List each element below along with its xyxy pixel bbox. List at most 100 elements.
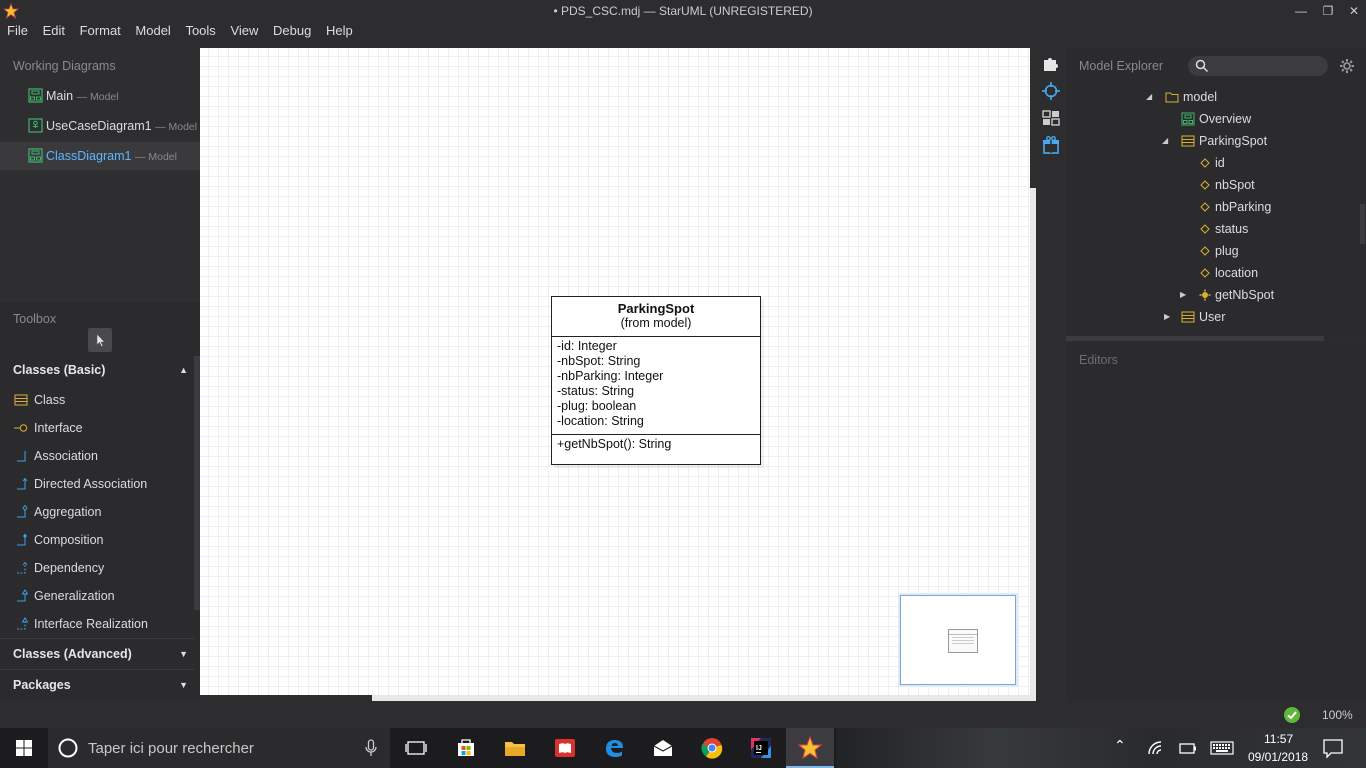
tree-item-parkingspot[interactable]: ◢ ParkingSpot xyxy=(1066,130,1360,152)
task-view-icon[interactable] xyxy=(404,736,428,760)
working-diagram-classdiagram1[interactable]: ClassDiagram1 — Model xyxy=(0,142,200,170)
scrollbar-thumb[interactable] xyxy=(200,695,372,701)
tool-class[interactable]: Class xyxy=(0,386,194,414)
model-explorer-title: Model Explorer xyxy=(1079,59,1164,73)
tree-item-overview[interactable]: Overview xyxy=(1066,108,1360,130)
working-diagram-usecasediagram1[interactable]: UseCaseDiagram1 — Model xyxy=(0,112,200,140)
microsoft-store-icon[interactable] xyxy=(454,736,478,760)
chrome-browser-icon[interactable] xyxy=(700,736,724,760)
tool-association[interactable]: Association xyxy=(0,442,194,470)
tree-item-attribute-nbparking[interactable]: nbParking xyxy=(1066,196,1360,218)
tool-composition[interactable]: Composition xyxy=(0,526,194,554)
toolbox-group-classes-basic[interactable]: Classes (Basic) ▲ xyxy=(0,355,194,385)
taskbar-search-box[interactable]: Taper ici pour rechercher xyxy=(48,728,390,768)
pointer-tool-button[interactable] xyxy=(88,328,112,352)
attribute-icon xyxy=(1200,180,1210,190)
extensions-puzzle-icon[interactable] xyxy=(1041,54,1061,74)
working-diagram-label: ClassDiagram1 xyxy=(46,149,132,163)
tool-interface-realization[interactable]: Interface Realization xyxy=(0,610,194,638)
taskbar-clock-date[interactable]: 09/01/2018 xyxy=(1248,750,1308,764)
tree-expanded-arrow-icon[interactable]: ◢ xyxy=(1162,130,1168,152)
menu-edit[interactable]: Edit xyxy=(39,22,69,40)
tree-item-attribute-status[interactable]: status xyxy=(1066,218,1360,240)
menu-help[interactable]: Help xyxy=(322,22,357,40)
tool-interface[interactable]: Interface xyxy=(0,414,194,442)
uml-attribute: -nbSpot: String xyxy=(557,354,641,368)
tree-item-attribute-id[interactable]: id xyxy=(1066,152,1360,174)
tree-item-attribute-nbspot[interactable]: nbSpot xyxy=(1066,174,1360,196)
generalization-icon xyxy=(17,589,28,602)
mail-icon[interactable] xyxy=(651,736,675,760)
menu-debug[interactable]: Debug xyxy=(269,22,315,40)
show-hidden-icons-chevron-icon[interactable]: ⌃ xyxy=(1114,737,1126,754)
tree-item-label: Overview xyxy=(1199,112,1252,126)
intellij-idea-icon[interactable]: IJ xyxy=(749,736,773,760)
zoom-level[interactable]: 100% xyxy=(1322,708,1353,722)
taskbar-staruml-active[interactable] xyxy=(786,728,834,768)
menu-view[interactable]: View xyxy=(226,22,262,40)
tree-item-operation-getnbspot[interactable]: ▶ getNbSpot xyxy=(1066,284,1360,306)
tool-label: Association xyxy=(34,449,98,463)
start-button[interactable] xyxy=(0,728,48,768)
tool-label: Composition xyxy=(34,533,104,547)
tree-expanded-arrow-icon[interactable]: ◢ xyxy=(1146,86,1152,108)
diagram-minimap[interactable] xyxy=(900,595,1016,685)
tool-generalization[interactable]: Generalization xyxy=(0,582,194,610)
menu-file[interactable]: File xyxy=(3,22,32,40)
minimize-icon[interactable]: — xyxy=(1287,0,1315,22)
crosshair-icon[interactable] xyxy=(1041,81,1061,101)
menu-tools[interactable]: Tools xyxy=(181,22,219,40)
working-diagram-owner: — Model xyxy=(134,151,177,163)
tree-item-label: getNbSpot xyxy=(1215,288,1275,302)
editors-panel: Editors xyxy=(1066,342,1366,702)
tool-aggregation[interactable]: Aggregation xyxy=(0,498,194,526)
diagram-canvas[interactable]: ParkingSpot (from model) -id: Integer -n… xyxy=(200,48,1030,695)
gear-icon[interactable] xyxy=(1339,58,1355,74)
gift-icon[interactable] xyxy=(1041,135,1061,155)
taskbar-clock-time[interactable]: 11:57 xyxy=(1264,732,1293,746)
tree-item-label: plug xyxy=(1215,244,1239,258)
book-app-icon[interactable] xyxy=(553,736,577,760)
wifi-icon[interactable] xyxy=(1145,736,1169,760)
class-diagram-icon xyxy=(28,148,43,163)
action-center-icon[interactable] xyxy=(1321,736,1345,760)
tree-collapsed-arrow-icon[interactable]: ▶ xyxy=(1164,306,1170,328)
tree-item-user[interactable]: ▶ User xyxy=(1066,306,1360,328)
layout-grid-icon[interactable] xyxy=(1041,108,1061,128)
model-explorer-search-input[interactable] xyxy=(1188,56,1328,76)
uml-class-box[interactable]: ParkingSpot (from model) -id: Integer -n… xyxy=(551,296,761,465)
uml-attribute-compartment: -id: Integer -nbSpot: String -nbParking:… xyxy=(552,337,760,435)
tool-label: Interface Realization xyxy=(34,617,148,631)
triangle-up-icon: ▲ xyxy=(179,365,188,375)
close-icon[interactable]: ✕ xyxy=(1340,0,1366,22)
file-explorer-icon[interactable] xyxy=(503,736,527,760)
microphone-icon[interactable] xyxy=(359,736,383,760)
tree-collapsed-arrow-icon[interactable]: ▶ xyxy=(1180,284,1186,306)
working-diagram-owner: — Model xyxy=(76,91,119,103)
model-explorer-vertical-scrollbar[interactable] xyxy=(1360,204,1365,244)
menu-format[interactable]: Format xyxy=(76,22,125,40)
restore-icon[interactable]: ❐ xyxy=(1314,0,1342,22)
battery-icon[interactable] xyxy=(1176,736,1200,760)
dependency-icon xyxy=(17,561,28,574)
composition-icon xyxy=(17,533,27,546)
tool-label: Aggregation xyxy=(34,505,102,519)
keyboard-icon[interactable] xyxy=(1210,736,1234,760)
tool-dependency[interactable]: Dependency xyxy=(0,554,194,582)
tree-item-label: nbSpot xyxy=(1215,178,1255,192)
tree-item-attribute-location[interactable]: location xyxy=(1066,262,1360,284)
toolbox-group-packages[interactable]: Packages ▼ xyxy=(0,669,194,699)
menu-model[interactable]: Model xyxy=(131,22,174,40)
edge-browser-icon[interactable] xyxy=(602,736,626,760)
toolbox-group-label: Classes (Advanced) xyxy=(13,647,132,661)
tree-item-label: id xyxy=(1215,156,1225,170)
toolbox-group-classes-advanced[interactable]: Classes (Advanced) ▼ xyxy=(0,638,194,668)
tool-label: Class xyxy=(34,393,66,407)
working-diagram-main[interactable]: Main — Model xyxy=(0,82,200,110)
tree-item-attribute-plug[interactable]: plug xyxy=(1066,240,1360,262)
canvas-horizontal-scrollbar[interactable] xyxy=(200,695,1036,701)
validation-ok-icon[interactable] xyxy=(1284,707,1300,723)
tool-directed-association[interactable]: Directed Association xyxy=(0,470,194,498)
tree-item-model[interactable]: ◢ model xyxy=(1066,86,1360,108)
model-explorer-horizontal-scrollbar[interactable] xyxy=(1066,336,1324,341)
